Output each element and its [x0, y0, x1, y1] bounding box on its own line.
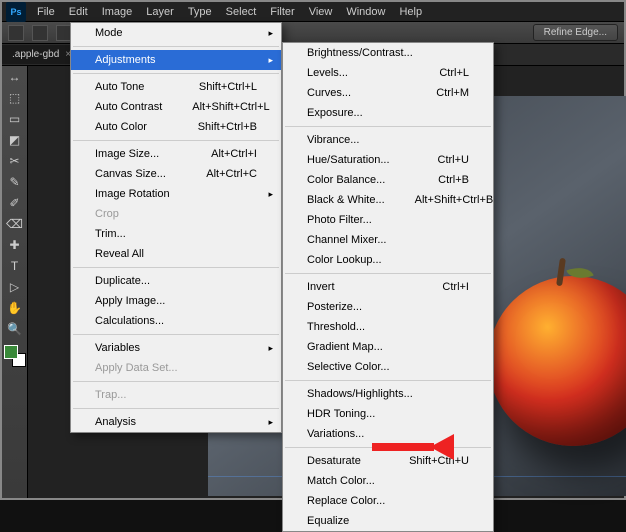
tool-preset-icon[interactable]: [8, 25, 24, 41]
color-swatches[interactable]: [4, 345, 26, 367]
menu-photo-filter[interactable]: Photo Filter...: [283, 210, 493, 230]
brush-tool[interactable]: ✐: [4, 193, 26, 213]
lasso-tool[interactable]: ▭: [4, 109, 26, 129]
menu-selective-color[interactable]: Selective Color...: [283, 357, 493, 377]
menu-reveal-all[interactable]: Reveal All: [71, 244, 281, 264]
menu-posterize[interactable]: Posterize...: [283, 297, 493, 317]
menu-help[interactable]: Help: [392, 2, 429, 22]
menu-trim[interactable]: Trim...: [71, 224, 281, 244]
menu-invert[interactable]: InvertCtrl+I: [283, 277, 493, 297]
menu-bar: Ps File Edit Image Layer Type Select Fil…: [2, 2, 624, 22]
selection-new-icon[interactable]: [32, 25, 48, 41]
wand-tool[interactable]: ◩: [4, 130, 26, 150]
menu-adjustments[interactable]: Adjustments: [71, 50, 281, 70]
menu-crop: Crop: [71, 204, 281, 224]
menu-threshold[interactable]: Threshold...: [283, 317, 493, 337]
move-tool[interactable]: ↔: [4, 67, 26, 87]
menu-exposure[interactable]: Exposure...: [283, 103, 493, 123]
menu-calculations[interactable]: Calculations...: [71, 311, 281, 331]
menu-hue-saturation[interactable]: Hue/Saturation...Ctrl+U: [283, 150, 493, 170]
menu-hdr-toning[interactable]: HDR Toning...: [283, 404, 493, 424]
menu-image-size[interactable]: Image Size...Alt+Ctrl+I: [71, 144, 281, 164]
menu-replace-color[interactable]: Replace Color...: [283, 491, 493, 511]
marquee-tool[interactable]: ⬚: [4, 88, 26, 108]
menu-curves[interactable]: Curves...Ctrl+M: [283, 83, 493, 103]
menu-image[interactable]: Image: [95, 2, 140, 22]
menu-view[interactable]: View: [302, 2, 340, 22]
menu-color-balance[interactable]: Color Balance...Ctrl+B: [283, 170, 493, 190]
eyedropper-tool[interactable]: ✎: [4, 172, 26, 192]
menu-window[interactable]: Window: [339, 2, 392, 22]
menu-black-white[interactable]: Black & White...Alt+Shift+Ctrl+B: [283, 190, 493, 210]
menu-canvas-size[interactable]: Canvas Size...Alt+Ctrl+C: [71, 164, 281, 184]
menu-auto-tone[interactable]: Auto ToneShift+Ctrl+L: [71, 77, 281, 97]
menu-trap: Trap...: [71, 385, 281, 405]
menu-duplicate[interactable]: Duplicate...: [71, 271, 281, 291]
menu-auto-contrast[interactable]: Auto ContrastAlt+Shift+Ctrl+L: [71, 97, 281, 117]
menu-select[interactable]: Select: [219, 2, 264, 22]
crop-tool[interactable]: ✂: [4, 151, 26, 171]
zoom-tool[interactable]: 🔍: [4, 319, 26, 339]
tools-panel: ↔ ⬚ ▭ ◩ ✂ ✎ ✐ ⌫ ✚ T ▷ ✋ 🔍: [2, 66, 28, 498]
menu-levels[interactable]: Levels...Ctrl+L: [283, 63, 493, 83]
menu-variables[interactable]: Variables: [71, 338, 281, 358]
menu-color-lookup[interactable]: Color Lookup...: [283, 250, 493, 270]
healing-tool[interactable]: ✚: [4, 235, 26, 255]
menu-auto-color[interactable]: Auto ColorShift+Ctrl+B: [71, 117, 281, 137]
menu-type[interactable]: Type: [181, 2, 219, 22]
foreground-swatch[interactable]: [4, 345, 18, 359]
menu-edit[interactable]: Edit: [62, 2, 95, 22]
menu-channel-mixer[interactable]: Channel Mixer...: [283, 230, 493, 250]
menu-brightness-contrast[interactable]: Brightness/Contrast...: [283, 43, 493, 63]
menu-vibrance[interactable]: Vibrance...: [283, 130, 493, 150]
eraser-tool[interactable]: ⌫: [4, 214, 26, 234]
type-tool[interactable]: T: [4, 256, 26, 276]
menu-analysis[interactable]: Analysis: [71, 412, 281, 432]
menu-mode[interactable]: Mode: [71, 23, 281, 43]
app-logo: Ps: [6, 2, 26, 22]
menu-apply-data-set: Apply Data Set...: [71, 358, 281, 378]
menu-apply-image[interactable]: Apply Image...: [71, 291, 281, 311]
menu-image-rotation[interactable]: Image Rotation: [71, 184, 281, 204]
menu-gradient-map[interactable]: Gradient Map...: [283, 337, 493, 357]
menu-filter[interactable]: Filter: [263, 2, 301, 22]
hand-tool[interactable]: ✋: [4, 298, 26, 318]
refine-edge-button[interactable]: Refine Edge...: [533, 24, 618, 41]
menu-layer[interactable]: Layer: [139, 2, 181, 22]
menu-shadows-highlights[interactable]: Shadows/Highlights...: [283, 384, 493, 404]
apple-image: [488, 276, 626, 446]
path-tool[interactable]: ▷: [4, 277, 26, 297]
menu-match-color[interactable]: Match Color...: [283, 471, 493, 491]
menu-equalize[interactable]: Equalize: [283, 511, 493, 531]
image-menu-dropdown: Mode Adjustments Auto ToneShift+Ctrl+L A…: [70, 22, 282, 433]
annotation-arrow: [372, 438, 454, 456]
menu-file[interactable]: File: [30, 2, 62, 22]
document-title: .apple-gbd: [12, 49, 59, 60]
adjustments-submenu: Brightness/Contrast... Levels...Ctrl+L C…: [282, 42, 494, 532]
